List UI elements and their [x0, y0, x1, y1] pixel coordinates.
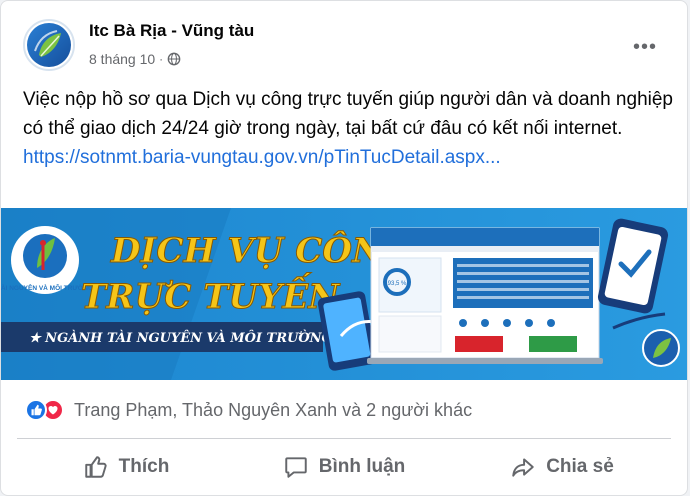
- thumbs-up-icon: [84, 456, 107, 478]
- logo-caption: TÀI NGUYÊN VÀ MÔI TRƯỜNG: [1, 283, 93, 292]
- reaction-icons: [25, 399, 64, 421]
- share-button[interactable]: Chia sẻ: [453, 444, 671, 490]
- page-avatar[interactable]: [23, 19, 75, 71]
- post-image-banner[interactable]: TÀI NGUYÊN VÀ MÔI TRƯỜNG DỊCH VỤ CÔNG TR…: [1, 208, 687, 380]
- like-button-label: Thích: [118, 456, 170, 477]
- post-text: Việc nộp hồ sơ qua Dịch vụ công trực tuy…: [23, 89, 673, 139]
- post-date[interactable]: 8 tháng 10: [89, 51, 155, 67]
- banner-subtitle: ★ NGÀNH TÀI NGUYÊN VÀ MÔI TRƯỜNG ★: [29, 329, 351, 346]
- share-arrow-icon: [512, 458, 534, 477]
- leaf-logo-icon: [27, 23, 71, 67]
- like-button[interactable]: Thích: [17, 444, 235, 490]
- website-screenshot: 93,5 %: [367, 227, 603, 364]
- banner-title-line2: TRỰC TUYẾN: [81, 272, 341, 317]
- reactions-text[interactable]: Trang Phạm, Thảo Nguyên Xanh và 2 người …: [74, 400, 472, 421]
- post-actions-bar: Thích Bình luận Chia sẻ: [17, 444, 671, 490]
- post-header: Itc Bà Rịa - Vũng tàu 8 tháng 10 · •••: [17, 15, 671, 75]
- banner-title-line1: DỊCH VỤ CÔNG: [110, 230, 412, 271]
- comment-icon: [284, 457, 307, 478]
- separator-dot: ·: [159, 52, 164, 66]
- comment-button[interactable]: Bình luận: [235, 444, 453, 490]
- reactions-summary[interactable]: Trang Phạm, Thảo Nguyên Xanh và 2 người …: [25, 394, 472, 426]
- itc-watermark-icon: [642, 329, 680, 367]
- screen-stat: 93,5 %: [388, 281, 407, 287]
- post-card: Itc Bà Rịa - Vũng tàu 8 tháng 10 · ••• V…: [0, 0, 688, 496]
- actions-divider: [17, 438, 671, 439]
- author-name[interactable]: Itc Bà Rịa - Vũng tàu: [89, 21, 254, 41]
- post-meta: 8 tháng 10 ·: [89, 51, 181, 67]
- share-button-label: Chia sẻ: [546, 456, 614, 477]
- comment-button-label: Bình luận: [318, 456, 406, 477]
- banner-graphic: TÀI NGUYÊN VÀ MÔI TRƯỜNG DỊCH VỤ CÔNG TR…: [1, 208, 687, 380]
- like-icon: [25, 399, 47, 421]
- post-link[interactable]: https://sotnmt.baria-vungtau.gov.vn/pTin…: [23, 143, 673, 172]
- post-text-block: Việc nộp hồ sơ qua Dịch vụ công trực tuy…: [23, 85, 673, 172]
- more-options-button[interactable]: •••: [627, 29, 663, 65]
- globe-icon: [167, 52, 181, 66]
